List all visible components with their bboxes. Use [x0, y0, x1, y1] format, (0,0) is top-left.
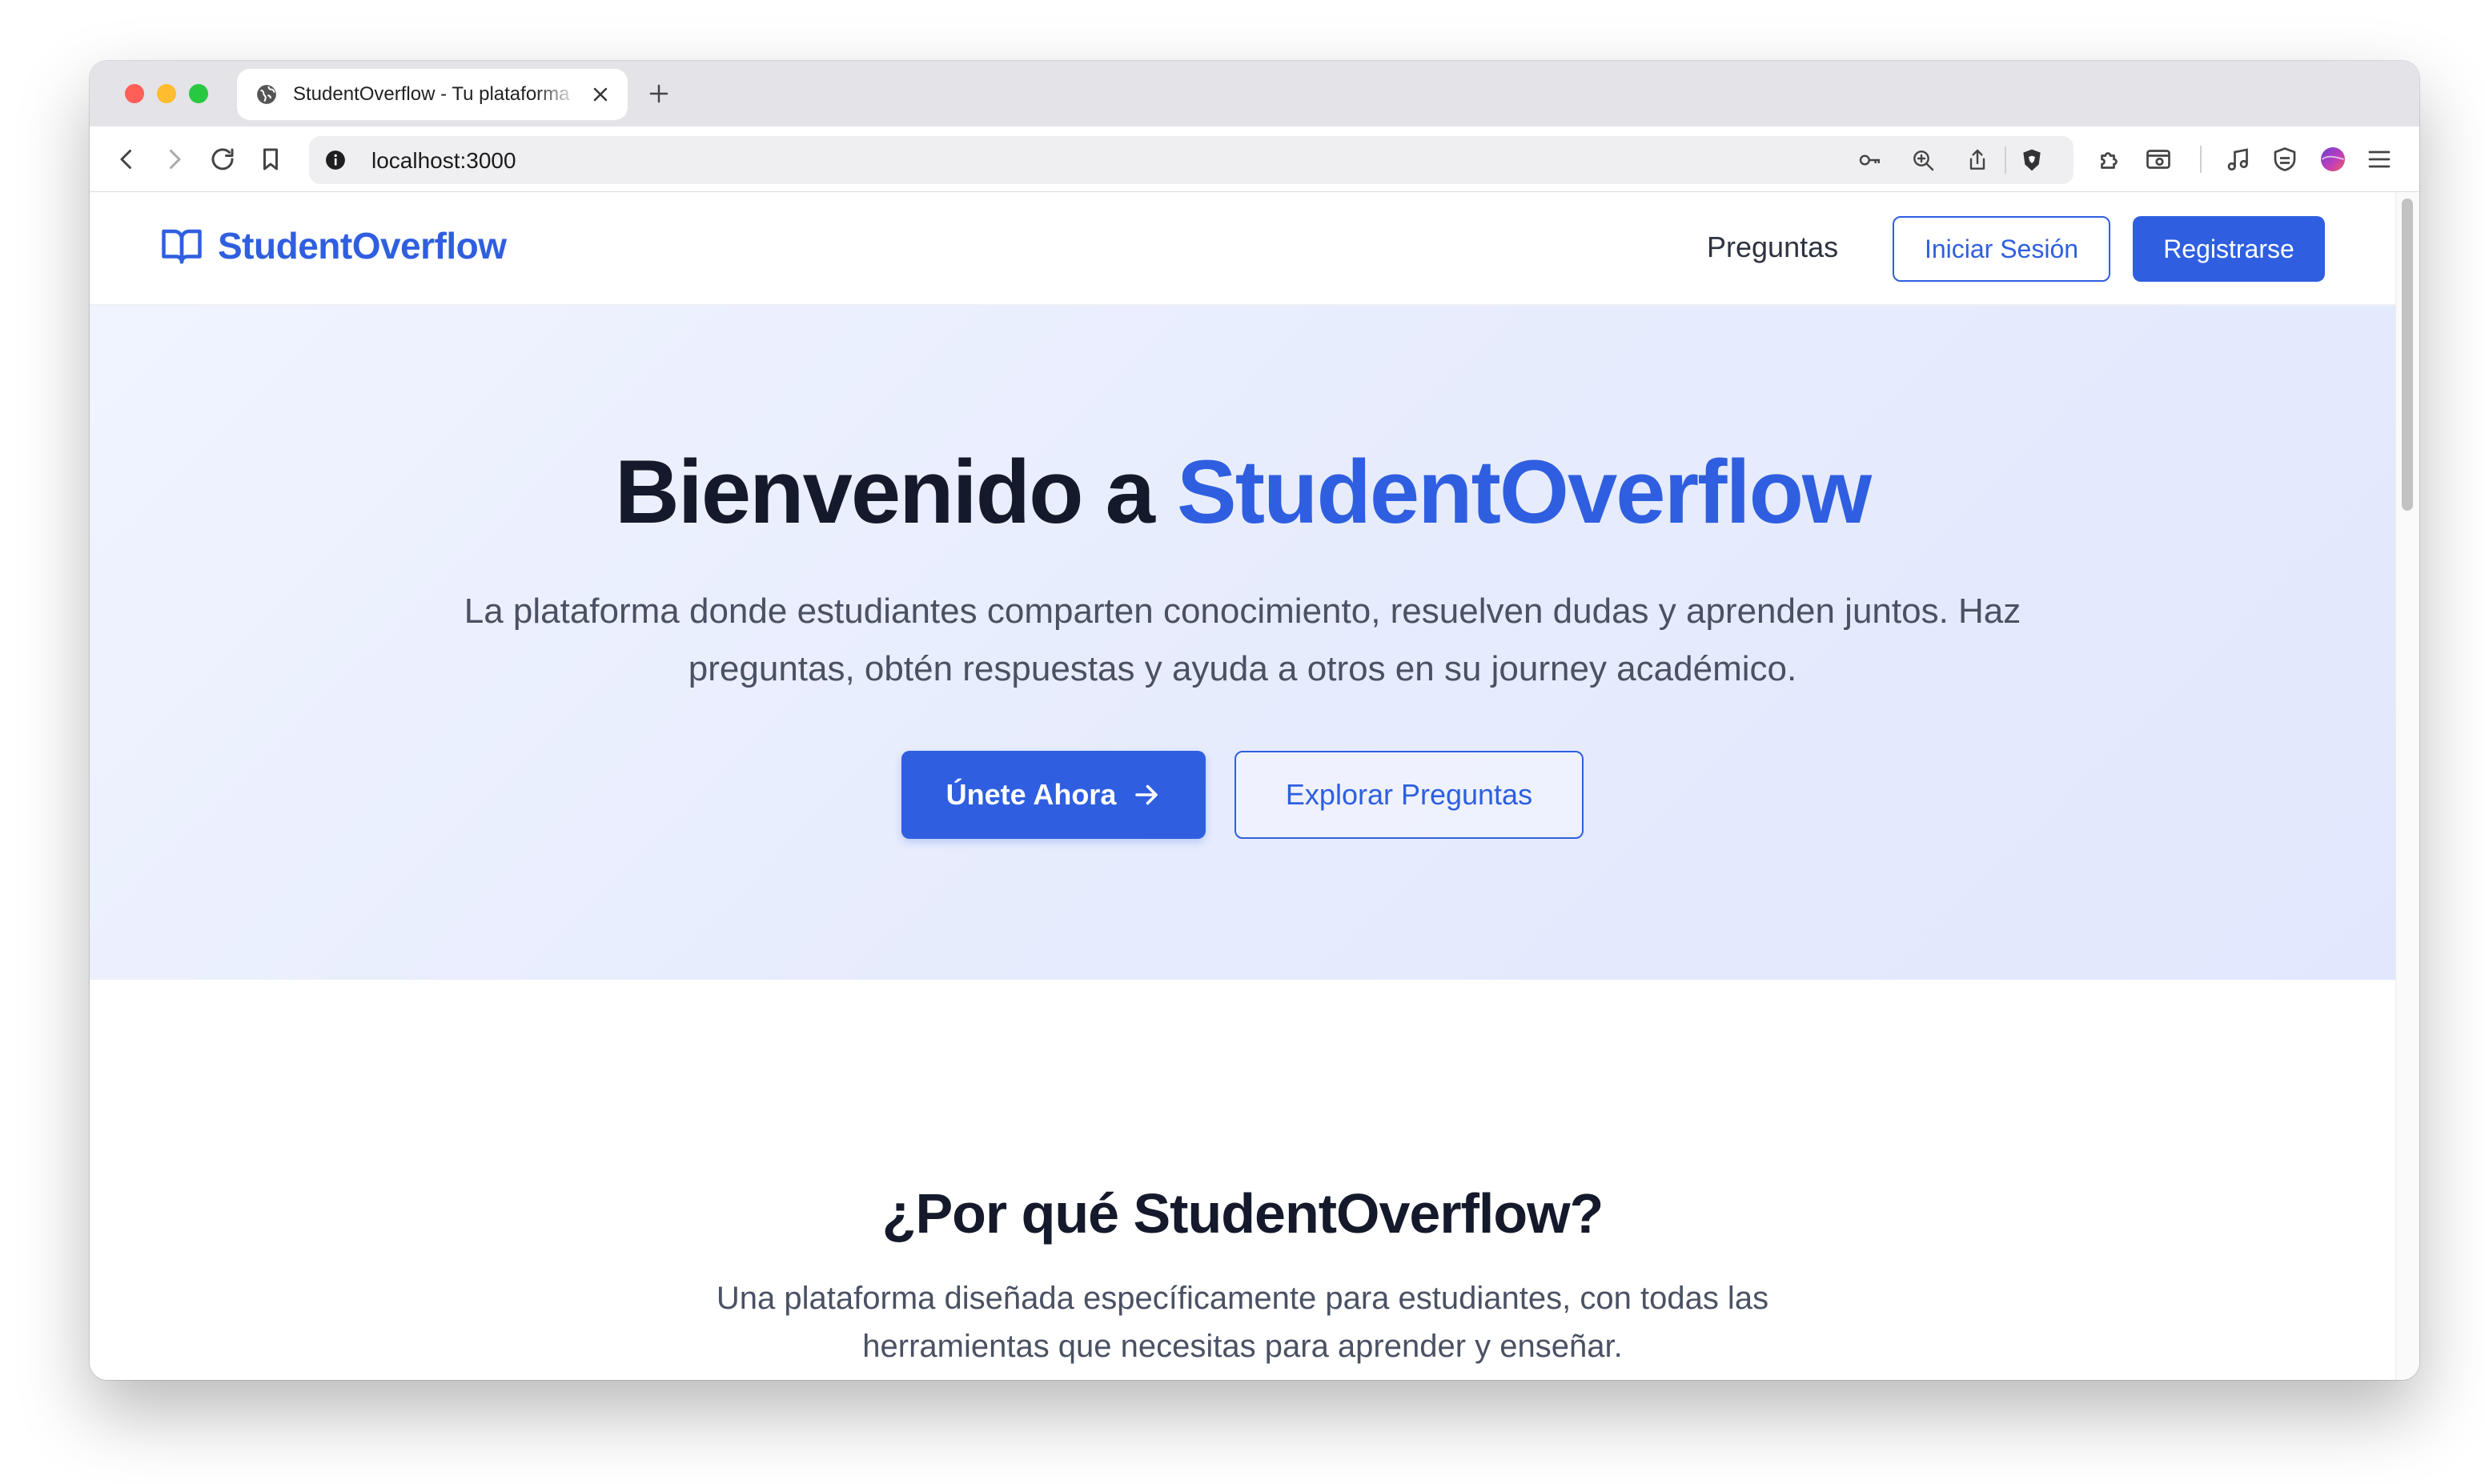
- profile-icon[interactable]: [2318, 145, 2347, 174]
- browser-window: StudentOverflow - Tu plataforma localhos…: [90, 61, 2419, 1380]
- reload-icon[interactable]: [208, 145, 237, 174]
- why-section-title: ¿Por qué StudentOverflow?: [881, 1182, 1604, 1245]
- register-button[interactable]: Registrarse: [2133, 216, 2325, 282]
- brand-name: StudentOverflow: [218, 225, 507, 267]
- scrollbar-thumb[interactable]: [2402, 199, 2413, 511]
- share-icon[interactable]: [1965, 147, 1990, 173]
- info-icon[interactable]: [325, 150, 346, 170]
- arrow-right-icon: [1135, 784, 1158, 805]
- hero-title: Bienvenido a StudentOverflow: [90, 440, 2395, 543]
- why-section-subtitle: Una plataforma diseñada específicamente …: [716, 1281, 1769, 1364]
- url-text: localhost:3000: [371, 148, 516, 173]
- zoom-icon[interactable]: [1910, 147, 1936, 173]
- site-navbar: StudentOverflow Preguntas Iniciar Sesión…: [90, 192, 2395, 306]
- hero-title-accent: StudentOverflow: [1177, 442, 1872, 542]
- tab-active[interactable]: StudentOverflow - Tu plataforma: [237, 69, 628, 120]
- hero-title-prefix: Bienvenido a: [614, 442, 1178, 542]
- address-bar[interactable]: localhost:3000: [309, 136, 2074, 184]
- key-icon[interactable]: [1857, 147, 1883, 173]
- brave-shield-icon[interactable]: [2019, 147, 2045, 173]
- login-button[interactable]: Iniciar Sesión: [1893, 216, 2110, 282]
- music-icon[interactable]: [2224, 145, 2253, 174]
- close-icon[interactable]: [591, 85, 610, 104]
- join-now-label: Únete Ahora: [945, 778, 1117, 811]
- back-icon[interactable]: [112, 145, 141, 174]
- menu-icon[interactable]: [2365, 145, 2394, 174]
- plus-icon[interactable]: [647, 82, 671, 106]
- brand-logo[interactable]: StudentOverflow: [160, 224, 507, 267]
- scrollbar[interactable]: [2395, 192, 2419, 1380]
- join-now-button[interactable]: Únete Ahora: [901, 751, 1206, 839]
- tab-strip: StudentOverflow - Tu plataforma: [90, 61, 2419, 126]
- page-viewport: StudentOverflow Preguntas Iniciar Sesión…: [90, 192, 2419, 1380]
- sidebar-icon[interactable]: [2144, 145, 2173, 174]
- minimize-window-button[interactable]: [157, 84, 176, 103]
- explore-questions-button[interactable]: Explorar Preguntas: [1234, 751, 1584, 839]
- toolbar-divider: [2005, 146, 2006, 174]
- bookmark-icon[interactable]: [256, 145, 285, 174]
- toolbar-divider: [2200, 146, 2202, 173]
- maximize-window-button[interactable]: [189, 84, 208, 103]
- close-window-button[interactable]: [125, 84, 144, 103]
- forward-icon[interactable]: [160, 145, 189, 174]
- globe-icon: [257, 85, 276, 104]
- hero-subtitle: La plataforma donde estudiantes comparte…: [464, 592, 2021, 688]
- extensions-icon[interactable]: [2096, 145, 2125, 174]
- vpn-icon[interactable]: [2270, 145, 2299, 174]
- tab-title: StudentOverflow - Tu plataforma: [293, 83, 570, 105]
- browser-toolbar: localhost:3000: [90, 126, 2419, 192]
- book-open-icon: [162, 229, 202, 264]
- nav-link-questions[interactable]: Preguntas: [1707, 231, 1838, 264]
- hero-section: Bienvenido a StudentOverflow La platafor…: [90, 306, 2395, 980]
